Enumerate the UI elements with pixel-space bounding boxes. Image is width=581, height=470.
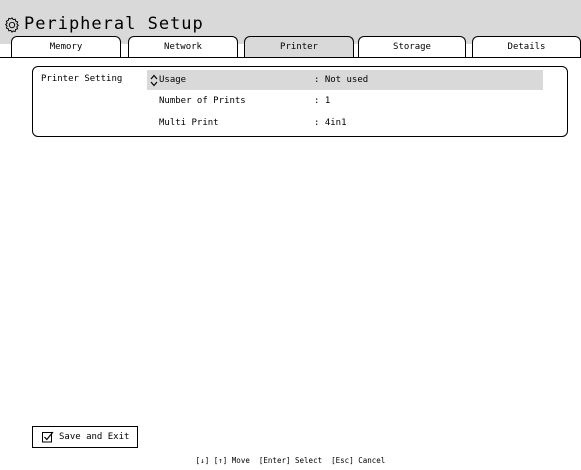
tab-bar: Memory Network Printer Storage Details xyxy=(0,36,581,58)
tab-memory[interactable]: Memory xyxy=(11,36,121,58)
tab-details[interactable]: Details xyxy=(472,36,581,58)
usage-value: : Not used xyxy=(314,75,369,85)
tab-network[interactable]: Network xyxy=(128,36,238,58)
multi-print-label: Multi Print xyxy=(159,118,219,128)
tab-storage[interactable]: Storage xyxy=(358,36,466,58)
multi-print-value: : 4in1 xyxy=(314,118,347,128)
tab-underline xyxy=(0,57,581,58)
multi-print-row[interactable]: Multi Print : 4in1 xyxy=(147,113,543,133)
up-down-arrows-icon xyxy=(150,74,158,87)
tab-printer[interactable]: Printer xyxy=(244,36,354,58)
number-of-prints-row[interactable]: Number of Prints : 1 xyxy=(147,91,543,111)
usage-label: Usage xyxy=(159,75,187,85)
gear-icon xyxy=(5,17,19,33)
save-and-exit-button[interactable]: Save and Exit xyxy=(32,426,138,448)
window-title: Peripheral Setup xyxy=(24,14,204,34)
keyboard-hint: [↓] [↑] Move [Enter] Select [Esc] Cancel xyxy=(195,456,386,465)
save-and-exit-label: Save and Exit xyxy=(59,432,130,442)
number-of-prints-label: Number of Prints xyxy=(159,96,246,106)
number-of-prints-value: : 1 xyxy=(314,96,331,106)
checkbox-icon xyxy=(42,431,54,443)
usage-row[interactable]: Usage : Not used xyxy=(147,70,543,90)
printer-setting-group: Printer Setting Usage : Not used Number … xyxy=(32,66,568,137)
printer-setting-label: Printer Setting xyxy=(41,74,123,84)
